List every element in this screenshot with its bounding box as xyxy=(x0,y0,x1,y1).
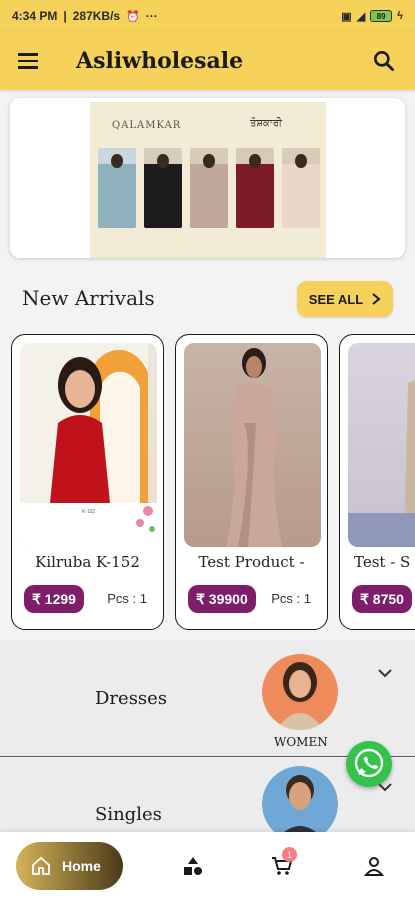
price-badge: ₹ 1299 xyxy=(24,585,84,613)
nav-home-label: Home xyxy=(62,858,101,874)
pieces-count: Pcs : 1 xyxy=(107,591,147,606)
signal-icon: ◢ xyxy=(356,10,366,23)
bottom-nav: Home 1 xyxy=(0,832,415,900)
category-label: Dresses xyxy=(95,688,168,709)
banner-model-2 xyxy=(144,148,182,228)
promo-banner[interactable]: QALAMKAR ਤੋਸ਼ਕਾਰੀ xyxy=(10,98,405,258)
product-image xyxy=(184,343,321,547)
banner-model-1 xyxy=(98,148,136,228)
new-arrivals-carousel[interactable]: K-152 Kilruba K-152 ₹ 1299 Pcs : 1 Test … xyxy=(0,334,415,630)
product-card[interactable]: K-152 Kilruba K-152 ₹ 1299 Pcs : 1 xyxy=(11,334,164,630)
category-caption: WOMEN xyxy=(274,735,328,749)
app-title: Asliwholesale xyxy=(76,48,244,74)
charging-icon: ϟ xyxy=(397,10,403,22)
product-name: Test Product - xyxy=(198,553,305,571)
svg-text:K-152: K-152 xyxy=(82,509,96,515)
app-bar: Asliwholesale xyxy=(0,32,415,90)
product-card[interactable]: Test - S ₹ 8750 xyxy=(339,334,415,630)
see-all-label: SEE ALL xyxy=(308,291,364,307)
chevron-down-icon[interactable] xyxy=(376,664,394,682)
banner-model-3 xyxy=(190,148,228,228)
price-badge: ₹ 39900 xyxy=(188,585,256,613)
cart-count-badge: 1 xyxy=(282,847,297,862)
banner-brand-left: QALAMKAR xyxy=(112,120,182,131)
banner-image: QALAMKAR ਤੋਸ਼ਕਾਰੀ xyxy=(90,102,326,258)
price-badge: ₹ 8750 xyxy=(352,585,412,613)
product-card[interactable]: Test Product - ₹ 39900 Pcs : 1 xyxy=(175,334,328,630)
home-icon xyxy=(32,856,50,875)
network-speed: 287KB/s xyxy=(72,9,121,23)
whatsapp-button[interactable] xyxy=(346,741,392,787)
profile-icon[interactable] xyxy=(362,854,386,878)
product-image xyxy=(348,343,415,547)
category-label: Singles xyxy=(95,804,162,825)
categories-icon[interactable] xyxy=(181,854,205,878)
see-all-button[interactable]: SEE ALL xyxy=(297,281,393,317)
status-separator: | xyxy=(63,9,67,23)
category-row-dresses[interactable]: Dresses WOMEN xyxy=(0,640,415,757)
chevron-right-icon xyxy=(372,293,381,305)
banner-model-4 xyxy=(236,148,274,228)
banner-brand-right: ਤੋਸ਼ਕਾਰੀ xyxy=(250,118,282,129)
battery-icon: 89 xyxy=(370,10,393,22)
pieces-count: Pcs : 1 xyxy=(271,591,311,606)
status-bar: 4:34 PM | 287KB/s ⏰ ··· ▣ ◢ 89 ϟ xyxy=(0,0,415,32)
menu-icon[interactable] xyxy=(18,49,42,73)
whatsapp-icon xyxy=(354,748,384,778)
banner-model-5 xyxy=(282,148,320,228)
product-name: Kilruba K-152 xyxy=(35,553,140,571)
product-image: K-152 xyxy=(20,343,157,547)
search-icon[interactable] xyxy=(371,48,397,74)
status-time: 4:34 PM xyxy=(12,9,58,23)
banner-models xyxy=(98,148,320,228)
nav-home-button[interactable]: Home xyxy=(16,842,123,890)
section-title-new-arrivals: New Arrivals xyxy=(22,286,155,310)
category-avatar xyxy=(262,654,338,730)
product-name: Test - S xyxy=(354,553,411,571)
alarm-icon: ⏰ xyxy=(126,10,140,23)
wifi-icon: ▣ xyxy=(341,10,352,23)
category-avatar xyxy=(262,766,338,837)
more-status-icon: ··· xyxy=(145,9,158,23)
